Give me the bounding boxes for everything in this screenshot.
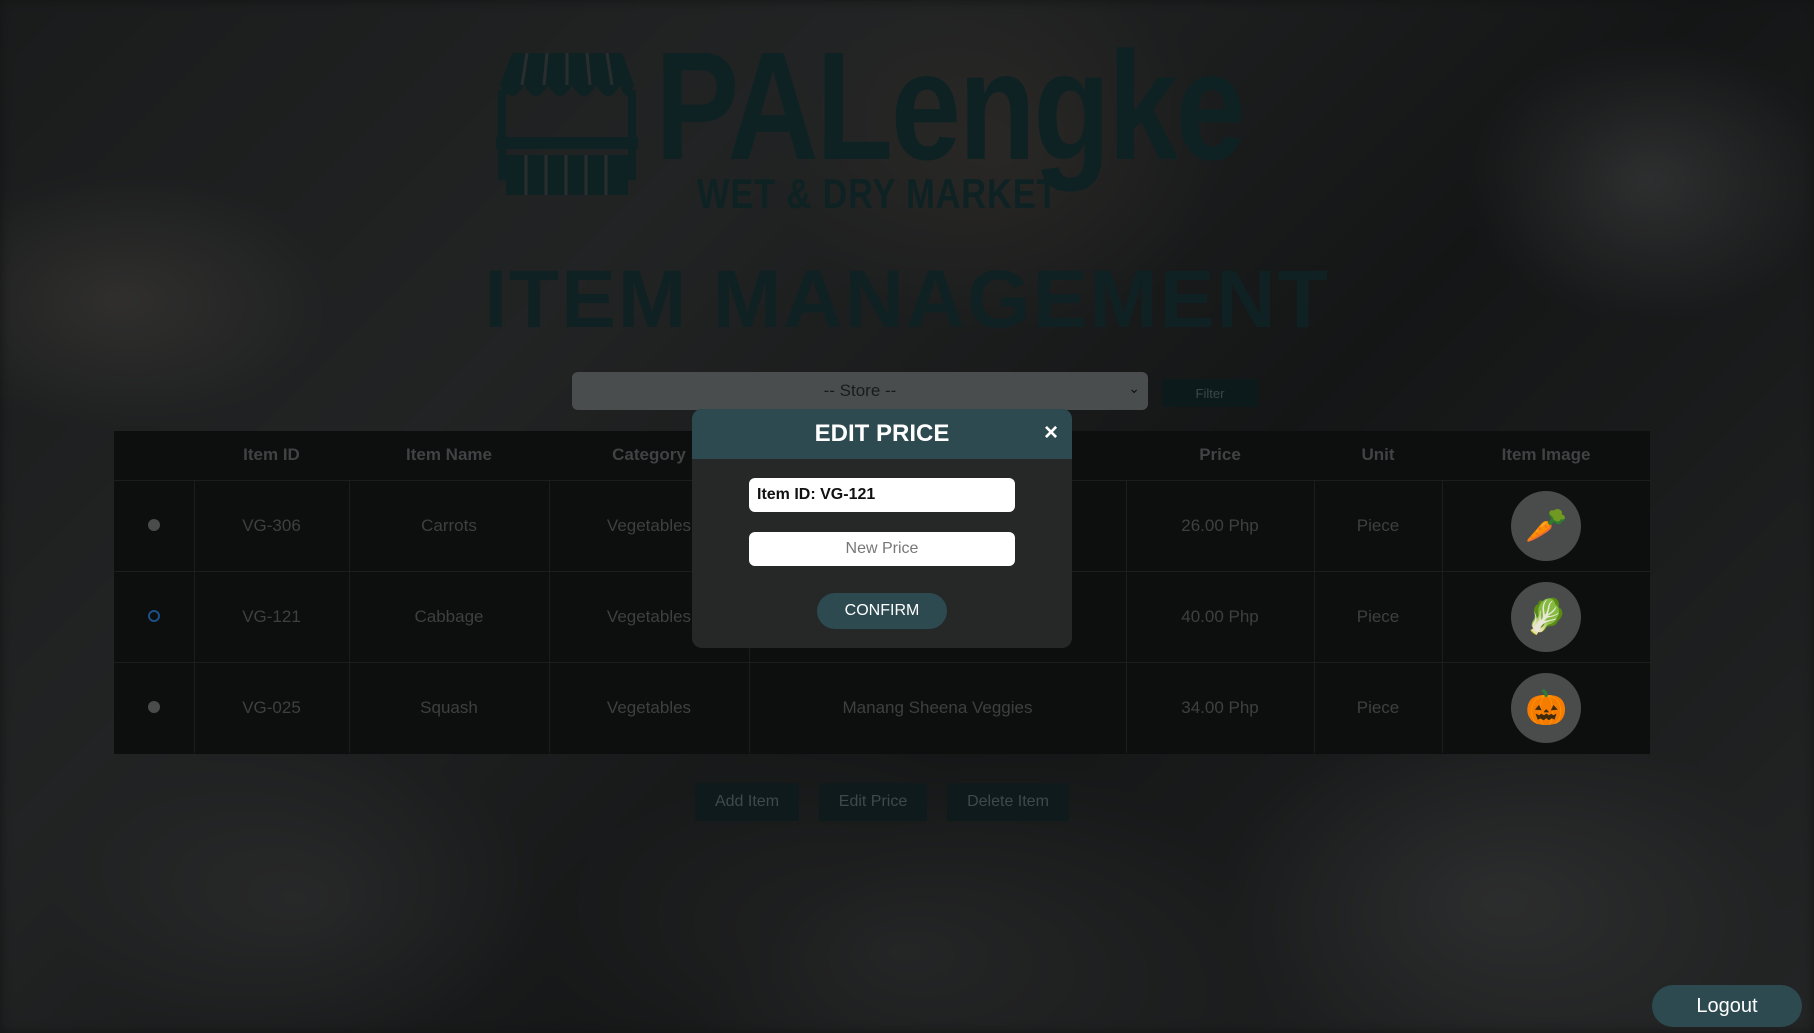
cell-unit: Piece bbox=[1313, 480, 1442, 571]
cell-item-id: VG-306 bbox=[193, 480, 349, 571]
header-item-name: Item Name bbox=[406, 445, 492, 465]
cell-item-id: VG-121 bbox=[193, 571, 349, 662]
row-radio[interactable] bbox=[147, 700, 160, 713]
cell-unit: Piece bbox=[1313, 571, 1442, 662]
cell-unit: Piece bbox=[1313, 662, 1442, 753]
header-item-id: Item ID bbox=[243, 445, 300, 465]
header-item-image: Item Image bbox=[1501, 445, 1591, 465]
logout-button[interactable]: Logout bbox=[1652, 985, 1802, 1027]
row-radio-selected[interactable] bbox=[147, 609, 160, 622]
table-row[interactable]: VG-025 Squash Vegetables Manang Sheena V… bbox=[114, 662, 1650, 753]
row-radio[interactable] bbox=[147, 518, 160, 531]
brand-logo: PALengke WET & DRY MARKET bbox=[492, 20, 1272, 220]
modal-header: EDIT PRICE × bbox=[692, 409, 1072, 459]
close-icon[interactable]: × bbox=[1044, 421, 1058, 445]
edit-price-modal: EDIT PRICE × Item ID: VG-121 CONFIRM bbox=[692, 409, 1072, 648]
header-select bbox=[114, 431, 194, 480]
brand-tagline: WET & DRY MARKET bbox=[697, 170, 1059, 217]
brand-name: PALengke bbox=[655, 20, 1246, 192]
cell-category: Vegetables bbox=[548, 662, 749, 753]
confirm-button[interactable]: CONFIRM bbox=[817, 593, 947, 629]
squash-icon: 🎃 bbox=[1511, 672, 1582, 743]
item-id-field[interactable]: Item ID: VG-121 bbox=[749, 478, 1015, 512]
cell-item-id: VG-025 bbox=[193, 662, 349, 753]
header-unit: Unit bbox=[1361, 445, 1395, 465]
cell-item-name: Carrots bbox=[348, 480, 549, 571]
header-price: Price bbox=[1199, 445, 1241, 465]
cell-price: 34.00 Php bbox=[1125, 662, 1314, 753]
delete-item-button[interactable]: Delete Item bbox=[947, 783, 1069, 821]
cell-item-name: Cabbage bbox=[348, 571, 549, 662]
cell-item-name: Squash bbox=[348, 662, 549, 753]
modal-title: EDIT PRICE bbox=[814, 420, 950, 447]
store-select-value: -- Store -- bbox=[823, 381, 897, 400]
page-title: ITEM MANAGEMENT bbox=[484, 254, 1330, 345]
market-stall-icon bbox=[496, 52, 638, 195]
cell-store: Manang Sheena Veggies bbox=[748, 662, 1126, 753]
cell-price: 26.00 Php bbox=[1125, 480, 1314, 571]
store-select[interactable]: -- Store -- ⌄ bbox=[572, 372, 1148, 410]
edit-price-button[interactable]: Edit Price bbox=[819, 783, 927, 821]
chevron-down-icon: ⌄ bbox=[1128, 380, 1140, 396]
new-price-input[interactable] bbox=[749, 532, 1015, 566]
carrot-icon: 🥕 bbox=[1511, 490, 1582, 561]
add-item-button[interactable]: Add Item bbox=[695, 783, 799, 821]
cabbage-icon: 🥬 bbox=[1511, 581, 1582, 652]
filter-button[interactable]: Filter bbox=[1162, 379, 1258, 407]
page-content: PALengke WET & DRY MARKET ITEM MANAGEMEN… bbox=[0, 0, 1814, 1033]
cell-price: 40.00 Php bbox=[1125, 571, 1314, 662]
